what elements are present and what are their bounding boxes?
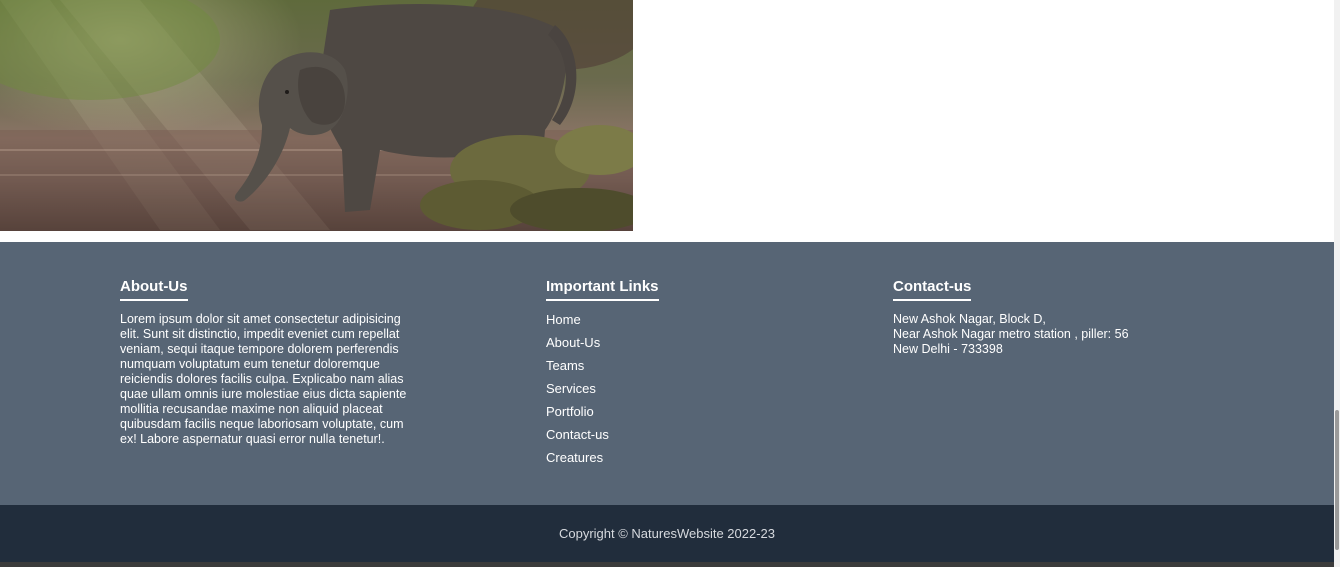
footer: About-Us Lorem ipsum dolor sit amet cons…	[0, 242, 1334, 505]
copyright-bar: Copyright © NaturesWebsite 2022-23	[0, 505, 1334, 562]
list-item: Creatures	[546, 450, 746, 473]
content-area	[0, 0, 1334, 242]
link-home[interactable]: Home	[546, 312, 581, 327]
contact-heading: Contact-us	[893, 278, 972, 301]
list-item: Teams	[546, 358, 746, 381]
about-section: About-Us Lorem ipsum dolor sit amet cons…	[120, 278, 420, 447]
link-contact-us[interactable]: Contact-us	[546, 427, 609, 442]
contact-section: Contact-us New Ashok Nagar, Block D, Nea…	[893, 278, 1193, 357]
list-item: Contact-us	[546, 427, 746, 450]
important-links-list: Home About-Us Teams Services Portfolio C…	[546, 312, 746, 473]
list-item: Portfolio	[546, 404, 746, 427]
address-line: New Ashok Nagar, Block D,	[893, 312, 1046, 326]
elephant-illustration	[0, 0, 633, 231]
important-links-heading: Important Links	[546, 278, 659, 301]
link-creatures[interactable]: Creatures	[546, 450, 603, 465]
link-teams[interactable]: Teams	[546, 358, 584, 373]
scrollbar[interactable]	[1334, 0, 1340, 567]
important-links-section: Important Links Home About-Us Teams Serv…	[546, 278, 746, 473]
about-text: Lorem ipsum dolor sit amet consectetur a…	[120, 312, 407, 446]
list-item: Services	[546, 381, 746, 404]
link-services[interactable]: Services	[546, 381, 596, 396]
list-item: About-Us	[546, 335, 746, 358]
link-about-us[interactable]: About-Us	[546, 335, 600, 350]
copyright-text: Copyright © NaturesWebsite 2022-23	[558, 526, 775, 541]
list-item: Home	[546, 312, 746, 335]
bottom-strip	[0, 562, 1334, 567]
elephant-image	[0, 0, 633, 231]
address-line: Near Ashok Nagar metro station , piller:…	[893, 327, 1129, 341]
about-heading: About-Us	[120, 278, 188, 301]
link-portfolio[interactable]: Portfolio	[546, 404, 594, 419]
scrollbar-thumb[interactable]	[1335, 410, 1339, 550]
contact-address: New Ashok Nagar, Block D, Near Ashok Nag…	[893, 312, 1193, 357]
address-line: New Delhi - 733398	[893, 342, 1003, 356]
